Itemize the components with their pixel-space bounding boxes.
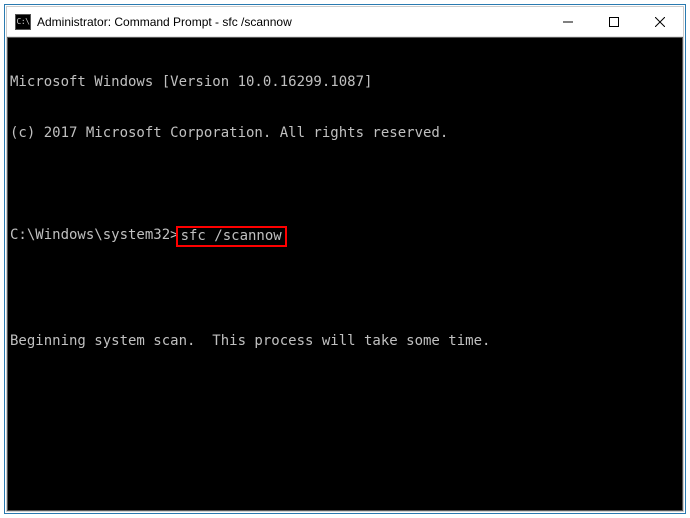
cmd-icon: C:\	[15, 14, 31, 30]
maximize-icon	[609, 17, 619, 27]
version-line: Microsoft Windows [Version 10.0.16299.10…	[10, 74, 680, 91]
command-prompt-window: C:\ Administrator: Command Prompt - sfc …	[6, 6, 684, 512]
blank-line	[10, 282, 680, 299]
window-title: Administrator: Command Prompt - sfc /sca…	[37, 15, 292, 29]
prompt-line: C:\Windows\system32>sfc /scannow	[10, 227, 680, 248]
minimize-icon	[563, 17, 573, 27]
copyright-line: (c) 2017 Microsoft Corporation. All righ…	[10, 125, 680, 142]
titlebar[interactable]: C:\ Administrator: Command Prompt - sfc …	[7, 7, 683, 37]
command-highlight: sfc /scannow	[176, 226, 287, 247]
command-text: sfc /scannow	[181, 228, 282, 244]
minimize-button[interactable]	[545, 7, 591, 37]
close-button[interactable]	[637, 7, 683, 37]
close-icon	[655, 17, 665, 27]
terminal-area[interactable]: Microsoft Windows [Version 10.0.16299.10…	[7, 37, 683, 511]
maximize-button[interactable]	[591, 7, 637, 37]
status-line: Beginning system scan. This process will…	[10, 333, 680, 350]
prompt-prefix: C:\Windows\system32>	[10, 227, 179, 248]
blank-line	[10, 176, 680, 193]
